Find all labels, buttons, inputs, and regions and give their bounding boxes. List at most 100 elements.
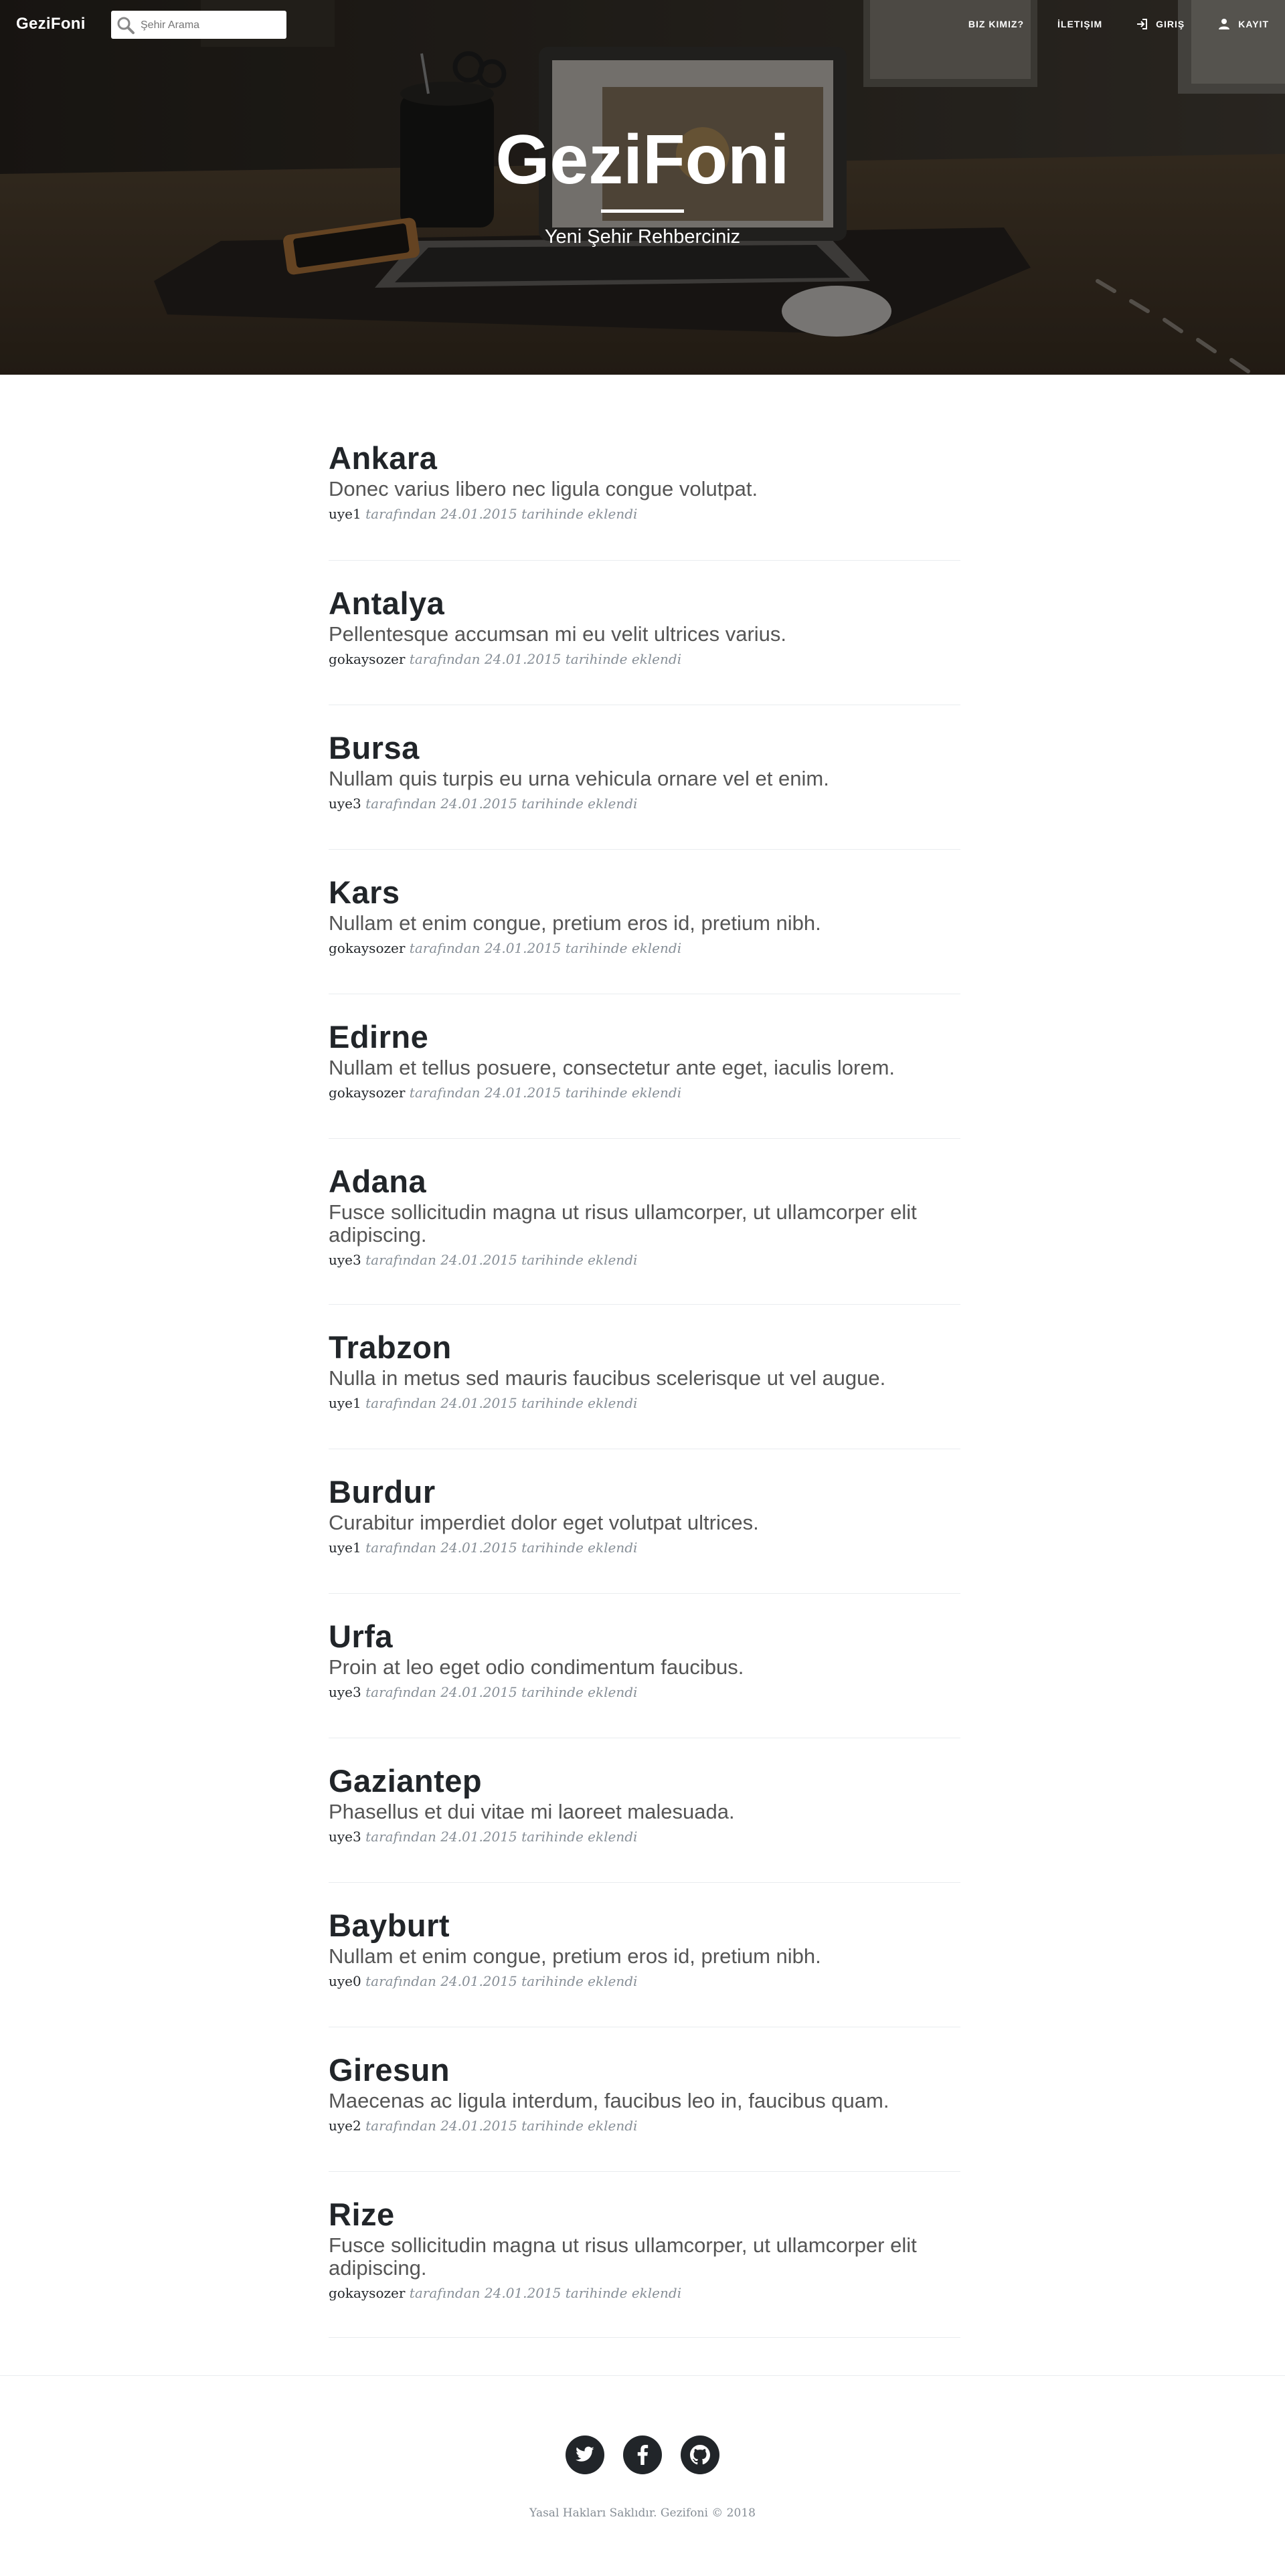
post-title[interactable]: Gaziantep — [329, 1762, 960, 1799]
post-author[interactable]: uye1 — [329, 1395, 361, 1411]
post-preview[interactable]: Rize Fusce sollicitudin magna ut risus ul… — [329, 2172, 960, 2338]
social-links — [0, 2435, 1285, 2474]
footer-divider — [0, 2375, 1285, 2376]
nav-about-label: BIZ KIMIZ? — [968, 19, 1025, 29]
post-meta: uye1 tarafından 24.01.2015 tarihinde ekl… — [329, 506, 960, 522]
post-meta: uye1 tarafından 24.01.2015 tarihinde ekl… — [329, 1540, 960, 1556]
post-author[interactable]: uye3 — [329, 1829, 361, 1845]
post-preview[interactable]: Bursa Nullam quis turpis eu urna vehicula… — [329, 705, 960, 850]
post-meta: uye3 tarafından 24.01.2015 tarihinde ekl… — [329, 1252, 960, 1268]
nav-about-link[interactable]: BIZ KIMIZ? — [968, 19, 1024, 29]
post-excerpt: Pellentesque accumsan mi eu velit ultric… — [329, 622, 787, 646]
post-excerpt: Nulla in metus sed mauris faucibus scele… — [329, 1366, 886, 1390]
post-title[interactable]: Bayburt — [329, 1907, 960, 1944]
nav-contact-link[interactable]: İLETIŞIM — [1057, 19, 1102, 29]
post-date-text: tarafından 24.01.2015 tarihinde eklendi — [361, 1829, 638, 1845]
post-date-text: tarafından 24.01.2015 tarihinde eklendi — [361, 2118, 638, 2134]
post-excerpt: Nullam et tellus posuere, consectetur an… — [329, 1056, 895, 1079]
post-excerpt: Nullam quis turpis eu urna vehicula orna… — [329, 767, 829, 790]
post-meta: gokaysozer tarafından 24.01.2015 tarihin… — [329, 940, 960, 956]
facebook-icon — [637, 2445, 649, 2465]
post-date-text: tarafından 24.01.2015 tarihinde eklendi — [361, 796, 638, 812]
post-date-text: tarafından 24.01.2015 tarihinde eklendi — [361, 1684, 638, 1700]
post-excerpt: Phasellus et dui vitae mi laoreet malesu… — [329, 1800, 735, 1823]
post-excerpt: Proin at leo eget odio condimentum fauci… — [329, 1655, 744, 1679]
post-preview[interactable]: Edirne Nullam et tellus posuere, consecte… — [329, 994, 960, 1139]
post-author[interactable]: gokaysozer — [329, 1085, 405, 1101]
nav-contact-label: İLETIŞIM — [1057, 19, 1103, 29]
post-excerpt: Nullam et enim congue, pretium eros id, … — [329, 911, 821, 935]
facebook-link[interactable] — [623, 2435, 662, 2474]
post-preview[interactable]: Ankara Donec varius libero nec ligula con… — [329, 375, 960, 561]
nav-register-link[interactable]: KAYIT — [1218, 18, 1269, 30]
post-date-text: tarafından 24.01.2015 tarihinde eklendi — [405, 2285, 682, 2301]
navbar: GeziFoni BIZ KIMIZ? İLETIŞIM GIRIŞ — [0, 0, 1285, 48]
post-meta: uye3 tarafından 24.01.2015 tarihinde ekl… — [329, 1684, 960, 1700]
hero-divider — [601, 209, 684, 213]
post-author[interactable]: uye1 — [329, 506, 361, 522]
post-preview[interactable]: Urfa Proin at leo eget odio condimentum f… — [329, 1594, 960, 1738]
post-meta: uye1 tarafından 24.01.2015 tarihinde ekl… — [329, 1395, 960, 1411]
post-author[interactable]: uye0 — [329, 1973, 361, 1989]
post-preview[interactable]: Gaziantep Phasellus et dui vitae mi laore… — [329, 1738, 960, 1883]
search-icon — [117, 17, 135, 34]
post-preview[interactable]: Bayburt Nullam et enim congue, pretium er… — [329, 1883, 960, 2027]
post-meta: gokaysozer tarafından 24.01.2015 tarihin… — [329, 2285, 960, 2301]
post-title[interactable]: Urfa — [329, 1618, 960, 1655]
nav-links: BIZ KIMIZ? İLETIŞIM GIRIŞ KAYIT — [935, 0, 1269, 48]
post-title[interactable]: Edirne — [329, 1018, 960, 1055]
post-title[interactable]: Trabzon — [329, 1329, 960, 1366]
post-preview[interactable]: Burdur Curabitur imperdiet dolor eget vol… — [329, 1449, 960, 1594]
hero-subtitle: Yeni Şehir Rehberciniz — [544, 226, 741, 248]
post-author[interactable]: uye3 — [329, 1684, 361, 1700]
post-title[interactable]: Burdur — [329, 1473, 960, 1510]
post-author[interactable]: uye2 — [329, 2118, 361, 2134]
github-icon — [690, 2445, 710, 2465]
post-date-text: tarafından 24.01.2015 tarihinde eklendi — [361, 506, 638, 522]
city-search[interactable] — [111, 11, 286, 39]
brand-logo[interactable]: GeziFoni — [16, 15, 86, 33]
post-author[interactable]: gokaysozer — [329, 651, 405, 667]
nav-login-link[interactable]: GIRIŞ — [1136, 18, 1185, 30]
post-preview[interactable]: Trabzon Nulla in metus sed mauris faucibu… — [329, 1305, 960, 1449]
post-date-text: tarafından 24.01.2015 tarihinde eklendi — [361, 1973, 638, 1989]
post-meta: uye3 tarafından 24.01.2015 tarihinde ekl… — [329, 796, 960, 812]
twitter-icon — [576, 2446, 594, 2462]
post-title[interactable]: Kars — [329, 874, 960, 911]
post-title[interactable]: Bursa — [329, 729, 960, 766]
post-date-text: tarafından 24.01.2015 tarihinde eklendi — [405, 1085, 682, 1101]
post-title[interactable]: Giresun — [329, 2051, 960, 2088]
footer-copyright: Yasal Hakları Saklıdır. Gezifoni © 2018 — [529, 2506, 756, 2520]
post-date-text: tarafından 24.01.2015 tarihinde eklendi — [405, 940, 682, 956]
post-meta: uye2 tarafından 24.01.2015 tarihinde ekl… — [329, 2118, 960, 2134]
post-author[interactable]: uye3 — [329, 796, 361, 812]
post-preview[interactable]: Giresun Maecenas ac ligula interdum, fauc… — [329, 2027, 960, 2172]
post-author[interactable]: uye1 — [329, 1540, 361, 1556]
post-date-text: tarafından 24.01.2015 tarihinde eklendi — [361, 1252, 638, 1268]
post-excerpt: Maecenas ac ligula interdum, faucibus le… — [329, 2089, 889, 2112]
post-excerpt: Nullam et enim congue, pretium eros id, … — [329, 1944, 821, 1968]
post-title[interactable]: Ankara — [329, 440, 960, 476]
post-excerpt: Fusce sollicitudin magna ut risus ullamc… — [329, 1200, 917, 1247]
post-date-text: tarafından 24.01.2015 tarihinde eklendi — [405, 651, 682, 667]
post-author[interactable]: gokaysozer — [329, 2285, 405, 2301]
login-icon — [1137, 19, 1148, 29]
post-title[interactable]: Rize — [329, 2196, 960, 2233]
github-link[interactable] — [681, 2435, 719, 2474]
post-author[interactable]: uye3 — [329, 1252, 361, 1268]
nav-login-label: GIRIŞ — [1156, 19, 1185, 29]
search-input[interactable] — [139, 16, 282, 35]
post-author[interactable]: gokaysozer — [329, 940, 405, 956]
post-list: Ankara Donec varius libero nec ligula con… — [329, 375, 960, 2338]
twitter-link[interactable] — [566, 2435, 604, 2474]
post-title[interactable]: Adana — [329, 1163, 960, 1200]
post-preview[interactable]: Antalya Pellentesque accumsan mi eu velit… — [329, 561, 960, 705]
post-preview[interactable]: Kars Nullam et enim congue, pretium eros … — [329, 850, 960, 994]
post-title[interactable]: Antalya — [329, 585, 960, 622]
post-preview[interactable]: Adana Fusce sollicitudin magna ut risus u… — [329, 1139, 960, 1305]
post-meta: uye3 tarafından 24.01.2015 tarihinde ekl… — [329, 1829, 960, 1845]
post-meta: gokaysozer tarafından 24.01.2015 tarihin… — [329, 1085, 960, 1101]
post-date-text: tarafından 24.01.2015 tarihinde eklendi — [361, 1395, 638, 1411]
post-excerpt: Curabitur imperdiet dolor eget volutpat … — [329, 1511, 759, 1534]
hero-title: GeziFoni — [495, 121, 790, 199]
